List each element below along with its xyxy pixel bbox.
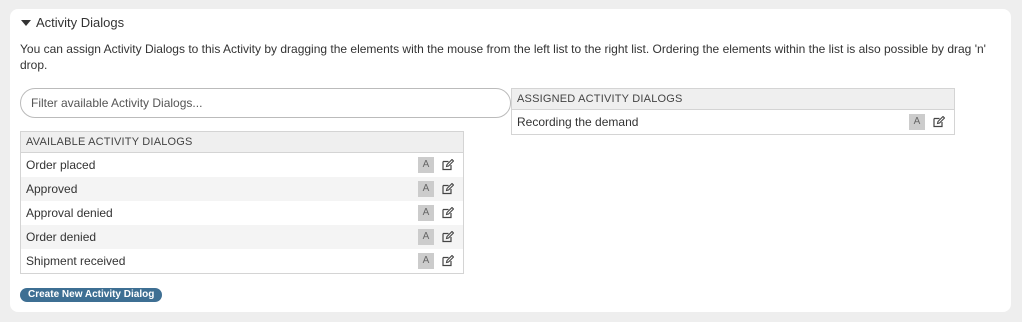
dialog-type-badge: A bbox=[418, 157, 434, 173]
list-item[interactable]: Approval denied A bbox=[21, 201, 463, 225]
dialog-type-badge: A bbox=[418, 253, 434, 269]
activity-dialogs-panel: Activity Dialogs You can assign Activity… bbox=[10, 9, 1011, 312]
list-item[interactable]: Approved A bbox=[21, 177, 463, 201]
create-new-activity-dialog-button[interactable]: Create New Activity Dialog bbox=[20, 288, 163, 302]
dialog-type-badge: A bbox=[909, 114, 925, 130]
dialog-type-badge: A bbox=[418, 181, 434, 197]
edit-icon[interactable] bbox=[441, 182, 455, 196]
section-toggle[interactable]: Activity Dialogs bbox=[21, 15, 124, 30]
list-item[interactable]: Order denied A bbox=[21, 225, 463, 249]
section-description: You can assign Activity Dialogs to this … bbox=[20, 42, 986, 72]
list-item[interactable]: Order placed A bbox=[21, 153, 463, 177]
dialog-type-badge: A bbox=[418, 229, 434, 245]
list-item-label: Order placed bbox=[26, 158, 96, 172]
list-item[interactable]: Recording the demand A bbox=[512, 110, 954, 134]
edit-icon[interactable] bbox=[441, 158, 455, 172]
list-item-label: Order denied bbox=[26, 230, 97, 244]
edit-icon[interactable] bbox=[441, 230, 455, 244]
section-title: Activity Dialogs bbox=[36, 15, 125, 30]
dialog-type-badge: A bbox=[418, 205, 434, 221]
assigned-list-header: ASSIGNED ACTIVITY DIALOGS bbox=[512, 89, 954, 110]
assigned-list: ASSIGNED ACTIVITY DIALOGS Recording the … bbox=[511, 88, 955, 135]
available-list-header: AVAILABLE ACTIVITY DIALOGS bbox=[21, 132, 463, 153]
list-item[interactable]: Shipment received A bbox=[21, 249, 463, 273]
list-item-label: Approval denied bbox=[26, 206, 113, 220]
available-list: AVAILABLE ACTIVITY DIALOGS Order placed … bbox=[20, 131, 464, 274]
caret-down-icon bbox=[21, 19, 31, 26]
list-item-label: Approved bbox=[26, 182, 78, 196]
edit-icon[interactable] bbox=[441, 254, 455, 268]
edit-icon[interactable] bbox=[932, 115, 946, 129]
list-item-label: Recording the demand bbox=[517, 115, 639, 129]
filter-input[interactable] bbox=[20, 88, 511, 118]
edit-icon[interactable] bbox=[441, 206, 455, 220]
list-item-label: Shipment received bbox=[26, 254, 126, 268]
